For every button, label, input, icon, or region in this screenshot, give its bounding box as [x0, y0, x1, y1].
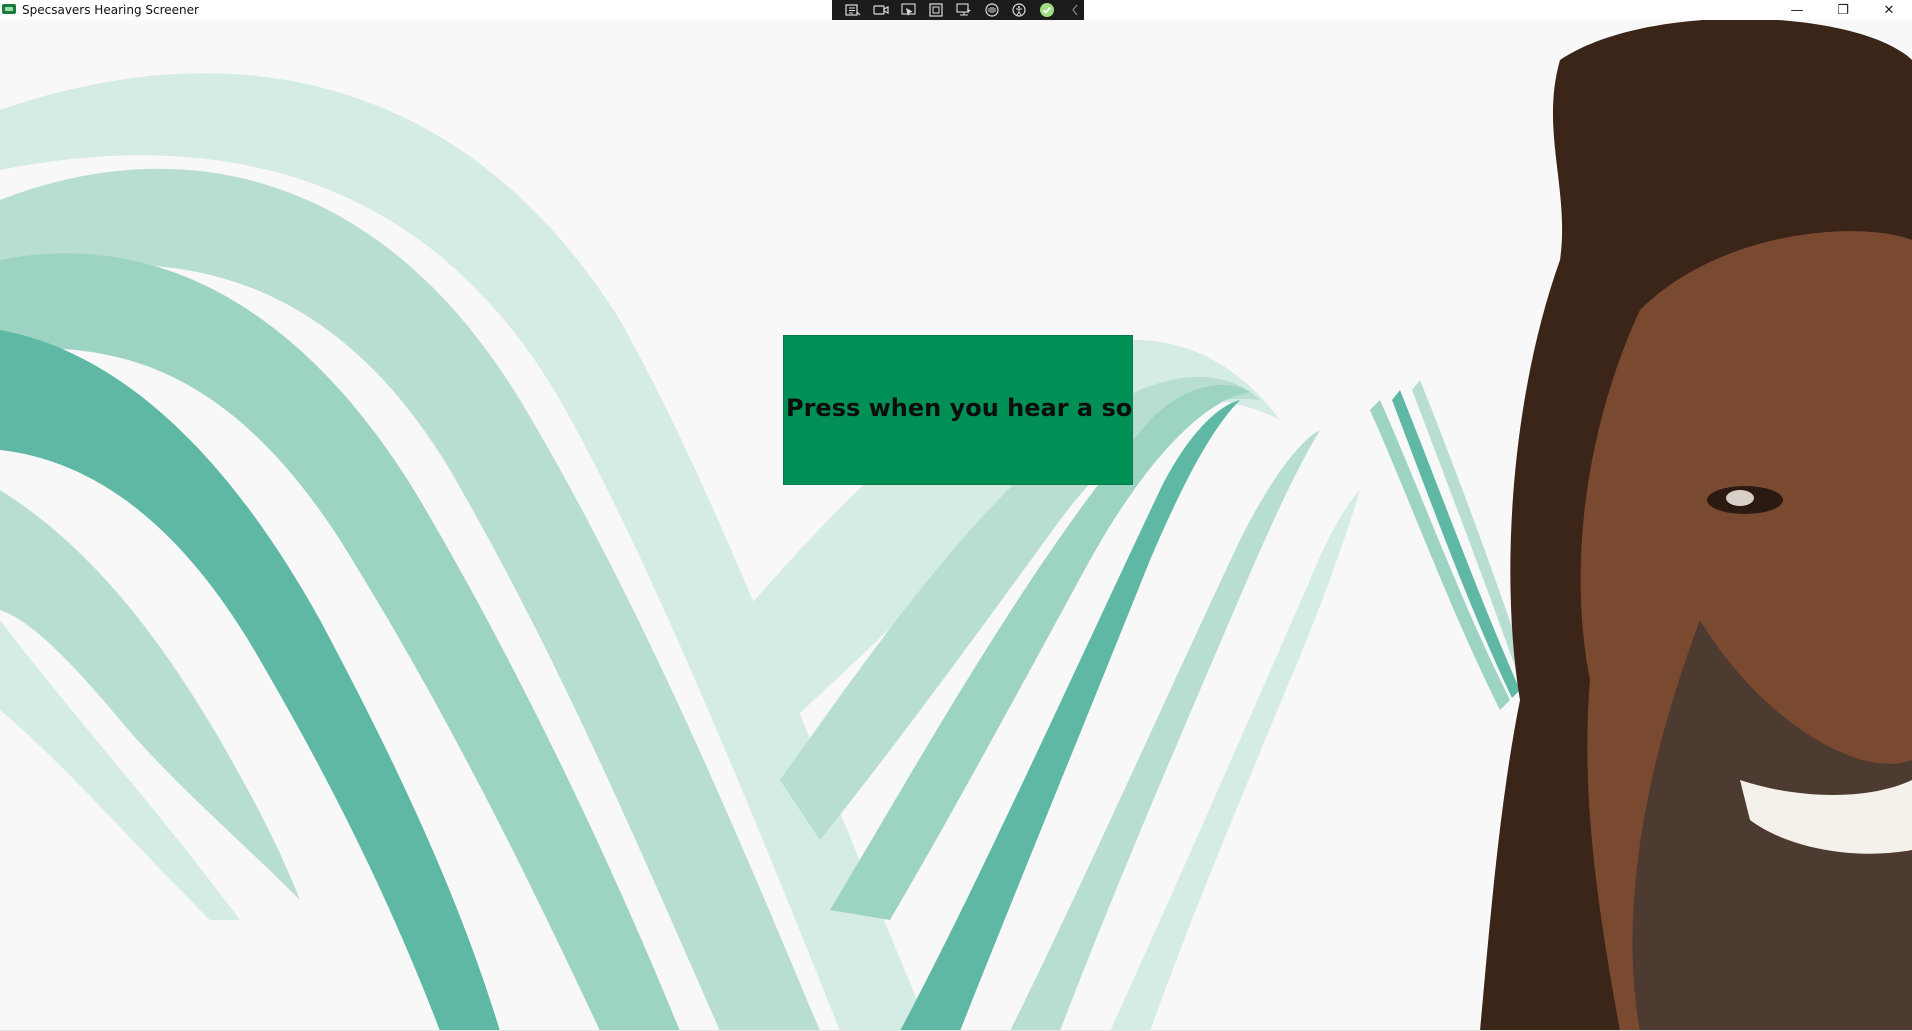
app-logo-icon [2, 4, 16, 14]
hear-sound-label: Press when you hear a sound [786, 394, 1133, 422]
app-window: Specsavers Hearing Screener — ❐ ✕ Press … [0, 0, 1912, 1031]
accessibility-icon[interactable] [1010, 2, 1029, 18]
minimize-button[interactable]: — [1774, 0, 1820, 20]
region-icon[interactable] [955, 2, 974, 18]
collapse-icon[interactable] [1065, 2, 1084, 18]
video-icon[interactable] [872, 2, 891, 18]
status-ok-icon[interactable] [1038, 2, 1057, 18]
restore-button[interactable]: ❐ [1820, 0, 1866, 20]
record-screen-icon[interactable] [844, 2, 863, 18]
window-title: Specsavers Hearing Screener [22, 3, 199, 17]
window-controls: — ❐ ✕ [1774, 0, 1912, 20]
accessibility-audio-icon[interactable] [982, 2, 1001, 18]
pointer-icon[interactable] [899, 2, 918, 18]
hear-sound-button[interactable]: Press when you hear a sound [783, 335, 1133, 485]
floating-toolbar [832, 0, 1084, 20]
window-select-icon[interactable] [927, 2, 946, 18]
background-illustration [0, 20, 1912, 1031]
close-button[interactable]: ✕ [1866, 0, 1912, 20]
